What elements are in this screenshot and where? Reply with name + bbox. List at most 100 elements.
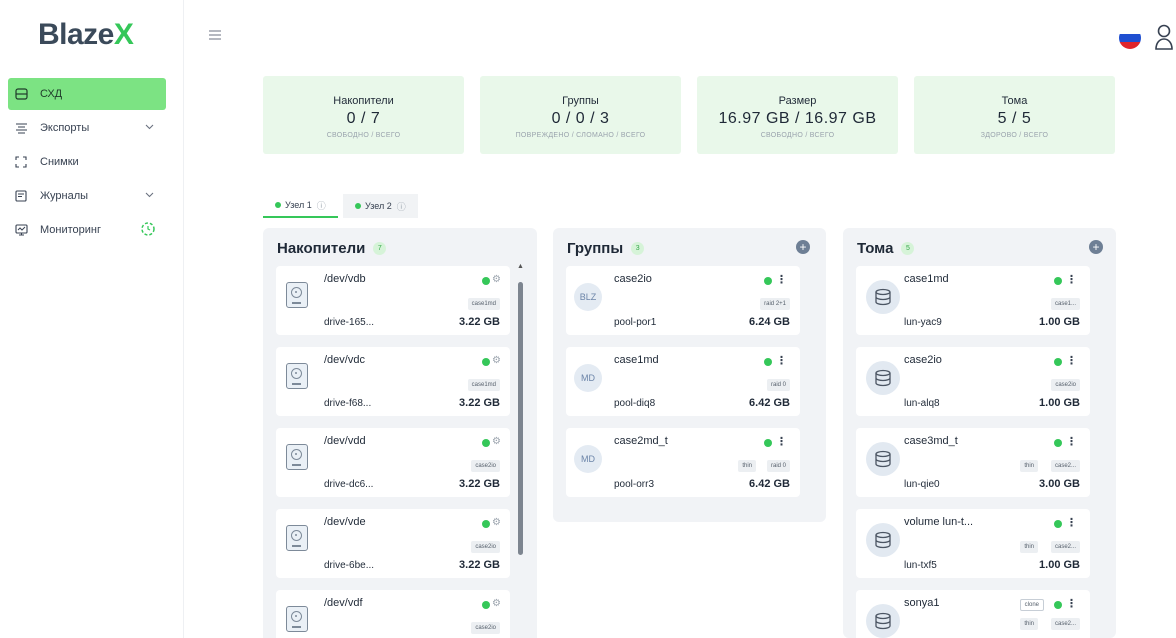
more-options-icon[interactable]: ⋮ — [776, 273, 787, 286]
drive-size: 3.22 GB — [459, 559, 500, 571]
status-dot — [1054, 358, 1062, 366]
gear-icon[interactable]: ⚙ — [492, 598, 501, 609]
sidebar-item-label: Мониторинг — [40, 224, 102, 236]
group-size: 6.24 GB — [749, 316, 790, 328]
pool-id: pool-diq8 — [614, 398, 656, 409]
storage-icon — [14, 87, 28, 101]
volume-size: 1.00 GB — [1039, 559, 1080, 571]
more-options-icon[interactable]: ⋮ — [776, 354, 787, 367]
scrollbar[interactable] — [518, 282, 523, 555]
drive-card[interactable]: /dev/vdf ⚙ case2io — [276, 590, 510, 638]
stat-card-drives: Накопители 0 / 7 СВОБОДНО / ВСЕГО — [263, 76, 464, 154]
scroll-up-arrow[interactable]: ▲ — [517, 263, 524, 270]
more-options-icon[interactable]: ⋮ — [1066, 516, 1077, 529]
column-title-text: Накопители — [277, 240, 366, 257]
group-card[interactable]: MD case1md ⋮ raid 0 pool-diq8 6.42 GB — [566, 347, 800, 416]
sidebar-item-storage[interactable]: СХД — [8, 78, 166, 110]
group-tag: case2io — [471, 460, 500, 472]
status-dot — [1054, 277, 1062, 285]
add-group-button[interactable]: + — [796, 240, 810, 254]
column-title-text: Группы — [567, 240, 624, 257]
raid-tag: raid 0 — [766, 379, 790, 391]
column-title-text: Тома — [857, 240, 894, 257]
add-volume-button[interactable]: + — [1089, 240, 1103, 254]
database-icon — [866, 442, 900, 476]
more-options-icon[interactable]: ⋮ — [776, 435, 787, 448]
sidebar-item-logs[interactable]: Журналы — [8, 180, 166, 212]
more-options-icon[interactable]: ⋮ — [1066, 435, 1077, 448]
drive-id: drive-165... — [324, 317, 375, 328]
stat-value: 0 / 0 / 3 — [551, 110, 610, 127]
volume-name: volume lun-t... — [904, 516, 974, 528]
tab-label: Узел 2 — [365, 201, 392, 211]
info-icon[interactable]: ⓘ — [397, 200, 406, 213]
drive-id: drive-6be... — [324, 560, 375, 571]
more-options-icon[interactable]: ⋮ — [1066, 354, 1077, 367]
lun-id: lun-yac9 — [904, 317, 942, 328]
stat-subtitle: ЗДОРОВО / ВСЕГО — [980, 132, 1049, 139]
hdd-icon — [286, 444, 308, 470]
volume-card[interactable]: volume lun-t... ⋮ thin case2... lun-txf5… — [856, 509, 1090, 578]
stat-card-size: Размер 16.97 GB / 16.97 GB СВОБОДНО / ВС… — [697, 76, 898, 154]
hdd-icon — [286, 363, 308, 389]
sidebar-item-snapshots[interactable]: Снимки — [8, 146, 166, 178]
volume-name: case2io — [904, 354, 942, 366]
tab-node-1[interactable]: Узел 1 ⓘ — [263, 194, 338, 218]
stat-card-volumes: Тома 5 / 5 ЗДОРОВО / ВСЕГО — [914, 76, 1115, 154]
volume-card[interactable]: case3md_t ⋮ thin case2... lun-qie0 3.00 … — [856, 428, 1090, 497]
chevron-down-icon — [145, 189, 154, 201]
group-tag: case1md — [467, 298, 500, 310]
count-badge: 3 — [631, 242, 645, 255]
monitor-icon — [14, 223, 28, 237]
stat-subtitle: СВОБОДНО / ВСЕГО — [326, 132, 401, 139]
sidebar-item-label: СХД — [40, 88, 63, 100]
volume-card[interactable]: case2io ⋮ case2io lun-alq8 1.00 GB — [856, 347, 1090, 416]
gear-icon[interactable]: ⚙ — [492, 274, 501, 285]
gear-icon[interactable]: ⚙ — [492, 517, 501, 528]
sidebar-item-monitoring[interactable]: Мониторинг — [8, 214, 166, 246]
pool-id: pool-por1 — [614, 317, 657, 328]
group-card[interactable]: MD case2md_t ⋮ thin raid 0 pool-orr3 6.4… — [566, 428, 800, 497]
volume-card[interactable]: sonya1 clone ⋮ thin case2... — [856, 590, 1090, 638]
group-tag: case2... — [1050, 541, 1080, 553]
drive-card[interactable]: /dev/vdc ⚙ case1md drive-f68... 3.22 GB — [276, 347, 510, 416]
tab-node-2[interactable]: Узел 2 ⓘ — [343, 194, 418, 218]
group-avatar: MD — [574, 445, 602, 473]
logo[interactable]: BlazeX — [38, 18, 134, 52]
sidebar-item-label: Экспорты — [40, 122, 90, 134]
status-dot — [1054, 439, 1062, 447]
drive-name: /dev/vdb — [324, 273, 366, 285]
stat-value: 16.97 GB / 16.97 GB — [718, 110, 877, 127]
drive-card[interactable]: /dev/vdd ⚙ case2io drive-dc6... 3.22 GB — [276, 428, 510, 497]
language-flag-icon[interactable] — [1119, 27, 1141, 49]
status-dot — [482, 520, 490, 528]
status-dot — [275, 202, 281, 208]
drive-name: /dev/vdc — [324, 354, 365, 366]
hdd-icon — [286, 606, 308, 632]
info-icon[interactable]: ⓘ — [317, 199, 326, 212]
group-tag: case2... — [1050, 618, 1080, 630]
volume-size: 1.00 GB — [1039, 397, 1080, 409]
status-dot — [482, 277, 490, 285]
drive-card[interactable]: /dev/vde ⚙ case2io drive-6be... 3.22 GB — [276, 509, 510, 578]
more-options-icon[interactable]: ⋮ — [1066, 597, 1077, 610]
sidebar-item-label: Снимки — [40, 156, 79, 168]
hamburger-menu-icon[interactable] — [209, 27, 221, 45]
column-title: Накопители 7 — [277, 240, 387, 257]
stat-value: 5 / 5 — [997, 110, 1032, 127]
group-tag: case2io — [1051, 379, 1080, 391]
status-dot — [482, 439, 490, 447]
group-card[interactable]: BLZ case2io ⋮ raid 2+1 pool-por1 6.24 GB — [566, 266, 800, 335]
group-name: case2md_t — [614, 435, 668, 447]
stat-value: 0 / 7 — [346, 110, 381, 127]
more-options-icon[interactable]: ⋮ — [1066, 273, 1077, 286]
sidebar-item-exports[interactable]: Экспорты — [8, 112, 166, 144]
gear-icon[interactable]: ⚙ — [492, 436, 501, 447]
volume-card[interactable]: case1md ⋮ case1... lun-yac9 1.00 GB — [856, 266, 1090, 335]
gear-icon[interactable]: ⚙ — [492, 355, 501, 366]
volume-size: 3.00 GB — [1039, 478, 1080, 490]
user-icon[interactable] — [1154, 24, 1174, 55]
group-tag: case2... — [1050, 460, 1080, 472]
drive-card[interactable]: /dev/vdb ⚙ case1md drive-165... 3.22 GB — [276, 266, 510, 335]
lun-id: lun-txf5 — [904, 560, 937, 571]
